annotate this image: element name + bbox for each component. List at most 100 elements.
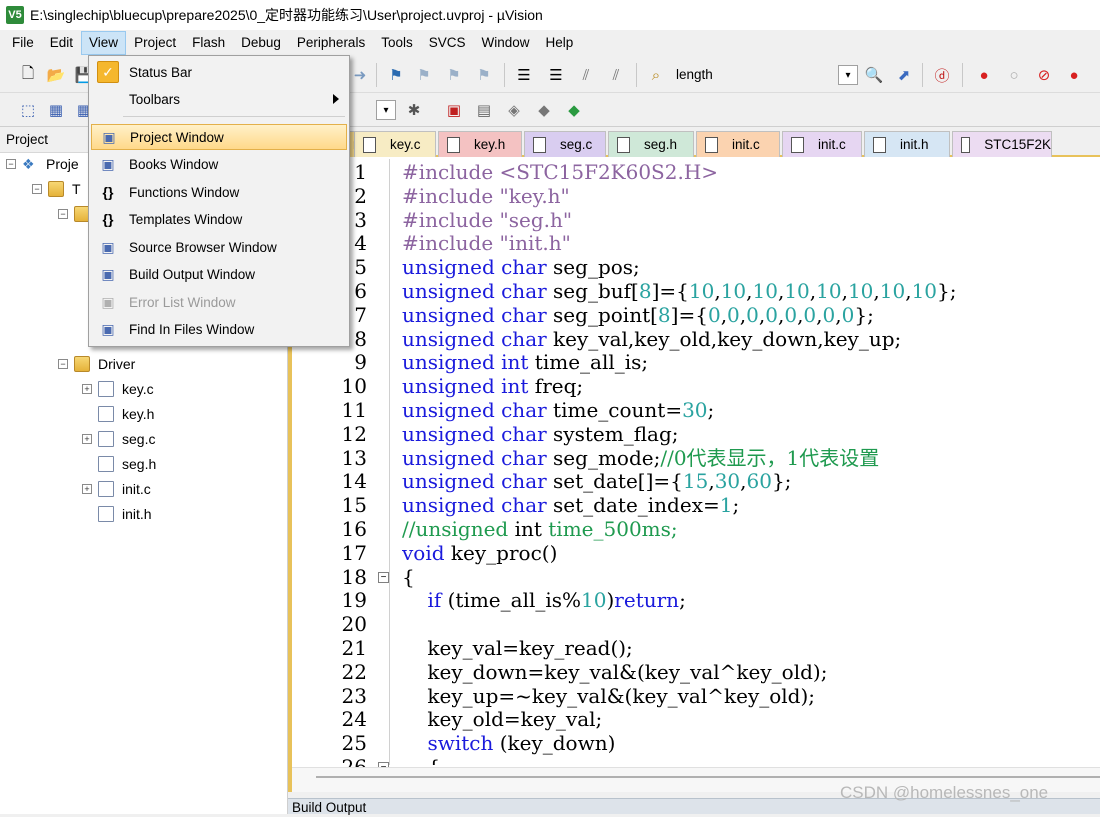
open-file-icon[interactable]: 📂 <box>46 65 66 85</box>
view-menu-status-bar[interactable]: ✓ Status Bar <box>91 59 347 85</box>
code-line[interactable]: unsigned char seg_point[8]={0,0,0,0,0,0,… <box>402 303 874 328</box>
breakpoint-disable-all-icon[interactable]: ⊘ <box>1034 65 1054 85</box>
tree-file-seg-c[interactable]: + seg.c <box>82 428 155 450</box>
find-combo-dropdown[interactable]: ▾ <box>838 65 858 85</box>
view-menu-functions-window[interactable]: {} Functions Window <box>91 179 347 205</box>
menu-help[interactable]: Help <box>538 31 582 55</box>
tree-file-key-h[interactable]: key.h <box>82 403 154 425</box>
code-line[interactable]: key_down=key_val&(key_val^key_old); <box>402 660 827 685</box>
view-menu-project-window[interactable]: ▣ Project Window <box>91 124 347 150</box>
find-in-files-icon[interactable]: ⌕ <box>646 65 666 85</box>
view-menu-find-in-files-window[interactable]: ▣ Find In Files Window <box>91 316 347 342</box>
tree-file-init-c[interactable]: + init.c <box>82 478 151 500</box>
file-extensions-icon[interactable]: ▤ <box>474 100 494 120</box>
code-line[interactable]: unsigned char set_date_index=1; <box>402 493 739 518</box>
bookmark-next-icon[interactable]: ⚑ <box>444 65 464 85</box>
menu-debug[interactable]: Debug <box>233 31 289 55</box>
collapse-icon[interactable]: − <box>6 159 16 169</box>
expand-icon[interactable]: + <box>82 484 92 494</box>
manage-packs-icon[interactable]: ◈ <box>504 100 524 120</box>
view-menu-toolbars[interactable]: Toolbars <box>91 86 347 112</box>
find-icon[interactable]: 🔍 <box>864 65 884 85</box>
tree-group-driver[interactable]: − Driver <box>58 353 135 375</box>
menu-tools[interactable]: Tools <box>373 31 421 55</box>
tree-file-seg-h[interactable]: seg.h <box>82 453 156 475</box>
code-line[interactable]: #include <STC15F2K60S2.H> <box>402 160 718 185</box>
tree-target[interactable]: − T <box>32 178 81 200</box>
code-line[interactable]: key_up=~key_val&(key_val^key_old); <box>402 684 815 709</box>
code-view[interactable]: #include <STC15F2K60S2.H> #include "key.h… <box>402 159 1100 765</box>
tab-init-c[interactable]: init.c <box>782 131 862 157</box>
menu-window[interactable]: Window <box>473 31 537 55</box>
code-line[interactable]: unsigned int freq; <box>402 374 583 399</box>
code-line[interactable]: unsigned char seg_buf[8]={10,10,10,10,10… <box>402 279 956 304</box>
breakpoint-kill-all-icon[interactable]: ● <box>1064 65 1084 85</box>
menu-flash[interactable]: Flash <box>184 31 233 55</box>
code-line[interactable]: { <box>402 755 440 765</box>
new-file-icon[interactable]: 🗋 <box>18 65 38 85</box>
target-options-icon[interactable]: ✱ <box>404 100 424 120</box>
tab-init-h[interactable]: init.h <box>864 131 950 157</box>
translate-icon[interactable]: ⬚ <box>18 100 38 120</box>
menu-peripherals[interactable]: Peripherals <box>289 31 373 55</box>
tab-seg-h[interactable]: seg.h <box>608 131 694 157</box>
indent-icon[interactable]: ☰ <box>514 65 534 85</box>
view-menu-books-window[interactable]: ▣ Books Window <box>91 151 347 177</box>
view-menu-build-output-window[interactable]: ▣ Build Output Window <box>91 261 347 287</box>
collapse-icon[interactable]: − <box>58 359 68 369</box>
manage-project-icon[interactable]: ▣ <box>444 100 464 120</box>
build-icon[interactable]: ▦ <box>46 100 66 120</box>
target-select-dropdown[interactable]: ▾ <box>376 100 396 120</box>
code-line[interactable]: unsigned char system_flag; <box>402 422 679 447</box>
bookmark-clear-icon[interactable]: ⚑ <box>474 65 494 85</box>
code-line[interactable]: unsigned char set_date[]={15,30,60}; <box>402 469 791 494</box>
tree-file-key-c[interactable]: + key.c <box>82 378 154 400</box>
code-line[interactable]: #include "seg.h" <box>402 208 572 233</box>
expand-icon[interactable]: + <box>82 384 92 394</box>
comment-icon[interactable]: ⫽ <box>576 65 596 85</box>
code-line[interactable]: { <box>402 565 415 590</box>
code-line[interactable]: unsigned char seg_pos; <box>402 255 640 280</box>
code-line[interactable]: unsigned char seg_mode;//0代表显示，1代表设置 <box>402 446 879 471</box>
menu-svcs[interactable]: SVCS <box>421 31 474 55</box>
menu-edit[interactable]: Edit <box>42 31 81 55</box>
expand-icon[interactable]: + <box>82 434 92 444</box>
code-line[interactable]: key_old=key_val; <box>402 707 602 732</box>
tree-root[interactable]: − ❖ Proje <box>6 153 79 175</box>
tab-stc15f2k[interactable]: STC15F2K <box>952 131 1052 157</box>
collapse-icon[interactable]: − <box>32 184 42 194</box>
code-line[interactable]: void key_proc() <box>402 541 557 566</box>
find-combo-text[interactable]: length <box>676 67 713 82</box>
bookmark-prev-icon[interactable]: ⚑ <box>414 65 434 85</box>
view-menu-source-browser-window[interactable]: ▣ Source Browser Window <box>91 234 347 260</box>
menu-file[interactable]: File <box>4 31 42 55</box>
debug-session-icon[interactable]: ⓓ <box>932 65 952 85</box>
code-line[interactable]: //unsigned int time_500ms; <box>402 517 678 542</box>
bookmark-toggle-icon[interactable]: ⚑ <box>386 65 406 85</box>
run-time-env-icon[interactable]: ◆ <box>564 100 584 120</box>
collapse-icon[interactable]: − <box>58 209 68 219</box>
breakpoint-enable-icon[interactable]: ○ <box>1004 65 1024 85</box>
tab-init-c[interactable]: init.c <box>696 131 780 157</box>
tree-file-init-h[interactable]: init.h <box>82 503 152 525</box>
breakpoint-insert-icon[interactable]: ● <box>974 65 994 85</box>
view-menu-error-list-window[interactable]: ▣ Error List Window <box>91 289 347 315</box>
tab-key-c[interactable]: key.c <box>354 131 436 157</box>
code-line[interactable]: unsigned int time_all_is; <box>402 350 648 375</box>
code-line[interactable]: if (time_all_is%10)return; <box>402 588 685 613</box>
code-line[interactable]: unsigned char key_val,key_old,key_down,k… <box>402 327 901 352</box>
fold-toggle-icon[interactable]: − <box>378 571 389 583</box>
uncomment-icon[interactable]: ⫽ <box>606 65 626 85</box>
code-line[interactable]: switch (key_down) <box>402 731 615 756</box>
tab-seg-c[interactable]: seg.c <box>524 131 606 157</box>
menu-project[interactable]: Project <box>126 31 184 55</box>
tab-key-h[interactable]: key.h <box>438 131 522 157</box>
select-packs-icon[interactable]: ◆ <box>534 100 554 120</box>
redo-arrow-icon[interactable]: ➜ <box>350 65 370 85</box>
view-menu-templates-window[interactable]: {} Templates Window <box>91 206 347 232</box>
unindent-icon[interactable]: ☰ <box>546 65 566 85</box>
code-line[interactable]: unsigned char time_count=30; <box>402 398 714 423</box>
code-line[interactable]: #include "init.h" <box>402 231 571 256</box>
incremental-find-icon[interactable]: ⬈ <box>894 65 914 85</box>
scroll-track[interactable] <box>316 776 1100 778</box>
